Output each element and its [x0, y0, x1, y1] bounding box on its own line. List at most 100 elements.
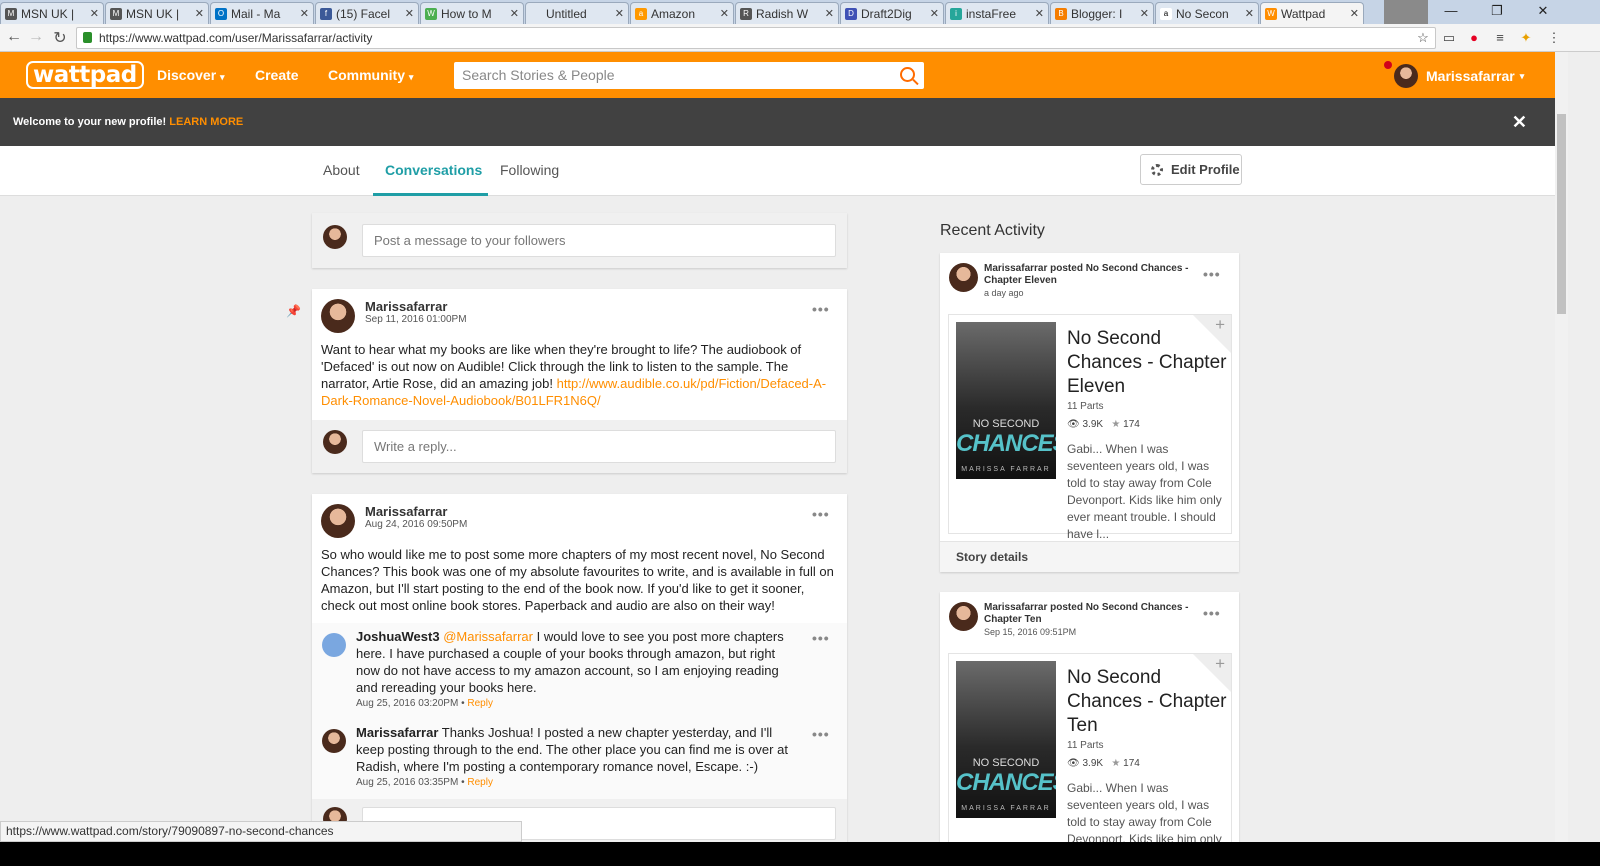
browser-tab[interactable]: i instaFree ✕ — [945, 2, 1049, 24]
activity-headline[interactable]: Marissafarrar posted No Second Chances -… — [984, 263, 1199, 287]
close-icon[interactable]: ✕ — [1035, 7, 1044, 20]
close-icon[interactable]: ✕ — [825, 7, 834, 20]
buffer-icon[interactable]: ≡ — [1491, 29, 1509, 47]
browser-tab-active[interactable]: W Wattpad ✕ — [1260, 2, 1364, 24]
browser-tab[interactable]: a No Secon ✕ — [1155, 2, 1259, 24]
search-icon[interactable] — [900, 67, 915, 82]
tab-title: instaFree — [966, 6, 1017, 21]
comment-author[interactable]: JoshuaWest3 — [356, 629, 440, 644]
tab-about[interactable]: About — [323, 162, 360, 178]
nav-discover[interactable]: Discover ▾ — [157, 67, 225, 83]
post-date: Aug 24, 2016 09:50PM — [365, 519, 468, 530]
cover-title-line1: NO SECOND — [972, 757, 1040, 769]
extension-icon[interactable]: ✦ — [1517, 29, 1535, 47]
browser-tab[interactable]: Untitled ✕ — [525, 2, 629, 24]
post-message-input[interactable]: Post a message to your followers — [362, 224, 836, 257]
learn-more-link[interactable]: LEARN MORE — [169, 116, 243, 128]
close-icon[interactable]: ✕ — [90, 7, 99, 20]
avatar[interactable] — [949, 263, 978, 292]
edit-profile-button[interactable]: Edit Profile — [1140, 154, 1242, 185]
browser-tab[interactable]: f (15) Facel ✕ — [315, 2, 419, 24]
star-icon[interactable]: ☆ — [1414, 29, 1432, 47]
close-icon[interactable]: ✕ — [720, 7, 729, 20]
reply-link[interactable]: Reply — [467, 698, 493, 709]
restore-icon[interactable]: ❐ — [1474, 0, 1520, 24]
cast-icon[interactable]: ▭ — [1440, 29, 1458, 47]
post-author[interactable]: Marissafarrar — [365, 299, 447, 314]
story-title[interactable]: No Second Chances - Chapter Eleven — [1067, 327, 1232, 399]
close-icon[interactable]: ✕ — [510, 7, 519, 20]
browser-tab[interactable]: R Radish W ✕ — [735, 2, 839, 24]
scrollbar-thumb[interactable] — [1557, 114, 1566, 314]
more-options-icon[interactable]: ••• — [1203, 266, 1221, 282]
forward-icon[interactable]: → — [26, 28, 46, 46]
close-icon[interactable]: ✕ — [1245, 7, 1254, 20]
post-composer: Post a message to your followers — [312, 213, 847, 268]
menu-icon[interactable]: ⋮ — [1545, 29, 1563, 47]
browser-tab[interactable]: M MSN UK | ✕ — [0, 2, 104, 24]
book-cover[interactable]: NO SECOND CHANCES MARISSA FARRAR — [956, 661, 1056, 818]
post-card: Marissafarrar Sep 11, 2016 01:00PM ••• W… — [312, 289, 847, 473]
avatar[interactable] — [321, 504, 355, 538]
activity-headline[interactable]: Marissafarrar posted No Second Chances -… — [984, 602, 1199, 626]
reload-icon[interactable]: ↻ — [50, 28, 70, 48]
pinterest-icon[interactable]: ● — [1465, 29, 1483, 47]
comment-author[interactable]: Marissafarrar — [356, 725, 438, 740]
caret-down-icon: ▾ — [1519, 70, 1525, 81]
browser-tab[interactable]: O Mail - Ma ✕ — [210, 2, 314, 24]
back-icon[interactable]: ← — [4, 28, 24, 46]
story-details-link[interactable]: Story details — [940, 541, 1239, 572]
close-icon[interactable]: ✕ — [405, 7, 414, 20]
more-options-icon[interactable]: ••• — [812, 506, 830, 522]
wattpad-logo[interactable]: wattpad — [26, 61, 144, 89]
reply-input[interactable]: Write a reply... — [362, 430, 836, 463]
nav-community[interactable]: Community ▾ — [328, 67, 413, 83]
nav-create[interactable]: Create — [255, 67, 299, 83]
url-field[interactable]: https://www.wattpad.com/user/Marissafarr… — [76, 27, 1436, 49]
search-input[interactable]: Search Stories & People — [454, 62, 924, 89]
eye-icon: 👁 — [1067, 758, 1080, 769]
avatar — [323, 430, 347, 454]
tab-conversations[interactable]: Conversations — [385, 162, 482, 178]
vote-count: 174 — [1123, 758, 1140, 769]
page-scrollbar[interactable] — [1555, 52, 1568, 842]
book-cover[interactable]: NO SECOND CHANCES MARISSA FARRAR — [956, 322, 1056, 479]
browser-tab[interactable]: B Blogger: I ✕ — [1050, 2, 1154, 24]
close-icon[interactable]: ✕ — [195, 7, 204, 20]
user-menu[interactable]: Marissafarrar ▾ — [1384, 61, 1525, 88]
close-icon[interactable]: ✕ — [300, 7, 309, 20]
cover-author: MARISSA FARRAR — [961, 805, 1051, 812]
browser-tab[interactable]: W How to M ✕ — [420, 2, 524, 24]
more-options-icon[interactable]: ••• — [1203, 605, 1221, 621]
browser-tab[interactable]: D Draft2Dig ✕ — [840, 2, 944, 24]
post-author[interactable]: Marissafarrar — [365, 504, 447, 519]
comment-meta: Aug 25, 2016 03:35PM • Reply — [356, 777, 493, 788]
close-icon[interactable]: ✕ — [615, 7, 624, 20]
more-options-icon[interactable]: ••• — [812, 630, 830, 646]
mention-link[interactable]: @Marissafarrar — [443, 629, 533, 644]
browser-tab[interactable]: a Amazon ✕ — [630, 2, 734, 24]
read-count: 3.9K — [1082, 419, 1104, 430]
close-icon[interactable]: ✕ — [1140, 7, 1149, 20]
profile-tabs: About Conversations Following Edit Profi… — [0, 146, 1555, 196]
avatar[interactable] — [949, 602, 978, 631]
profile-icon[interactable] — [1384, 0, 1428, 24]
more-options-icon[interactable]: ••• — [812, 726, 830, 742]
reply-link[interactable]: Reply — [467, 777, 493, 788]
story-preview[interactable]: NO SECOND CHANCES MARISSA FARRAR + No Se… — [948, 653, 1232, 842]
story-title[interactable]: No Second Chances - Chapter Ten — [1067, 666, 1232, 738]
close-icon[interactable]: ✕ — [1350, 7, 1359, 20]
browser-tab[interactable]: M MSN UK | ✕ — [105, 2, 209, 24]
minimize-icon[interactable]: — — [1428, 0, 1474, 24]
post-card: Marissafarrar Aug 24, 2016 09:50PM ••• S… — [312, 494, 847, 842]
close-icon[interactable]: ✕ — [1512, 98, 1527, 146]
pin-icon: 📌 — [286, 304, 301, 318]
tab-following[interactable]: Following — [500, 162, 559, 178]
avatar[interactable] — [321, 299, 355, 333]
more-options-icon[interactable]: ••• — [812, 301, 830, 317]
story-description: Gabi... When I was seventeen years old, … — [1067, 781, 1222, 842]
story-preview[interactable]: NO SECOND CHANCES MARISSA FARRAR + No Se… — [948, 314, 1232, 541]
close-icon[interactable]: ✕ — [930, 7, 939, 20]
story-parts: 11 Parts — [1067, 740, 1104, 751]
window-close-icon[interactable]: ✕ — [1520, 0, 1566, 24]
